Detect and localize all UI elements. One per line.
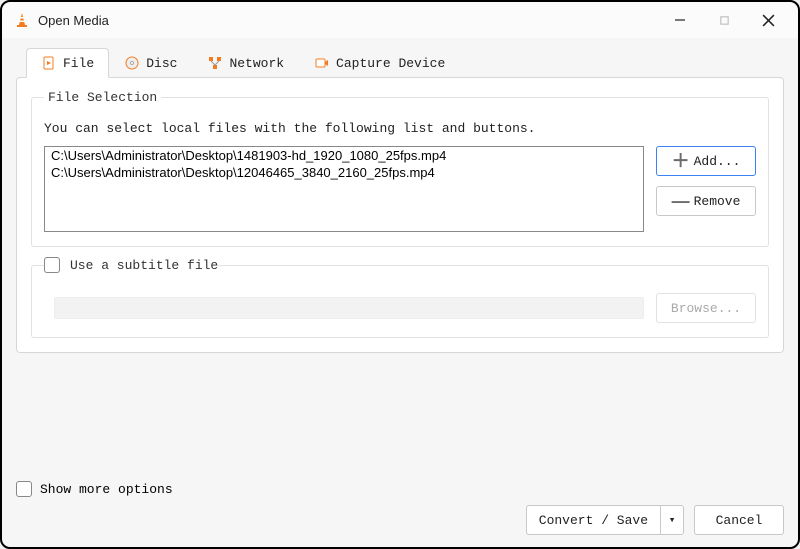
open-media-window: Open Media File Disc	[0, 0, 800, 549]
tab-disc[interactable]: Disc	[109, 48, 192, 77]
subtitle-checkbox[interactable]	[44, 257, 60, 273]
minimize-button[interactable]	[658, 5, 702, 35]
file-selection-legend: File Selection	[44, 90, 161, 105]
convert-save-splitbutton: Convert / Save ▾	[526, 505, 684, 535]
titlebar: Open Media	[2, 2, 798, 38]
tab-network-label: Network	[229, 56, 284, 71]
convert-save-label: Convert / Save	[539, 513, 648, 528]
remove-button[interactable]: — Remove	[656, 186, 756, 216]
browse-button-label: Browse...	[671, 301, 741, 316]
file-icon	[41, 55, 57, 71]
subtitle-group: Use a subtitle file Browse...	[31, 257, 769, 338]
add-button-label: Add...	[694, 154, 741, 169]
chevron-down-icon: ▾	[669, 513, 676, 527]
bottom-bar: Show more options Convert / Save ▾ Cance…	[2, 475, 798, 547]
maximize-button[interactable]	[702, 5, 746, 35]
file-list[interactable]: C:\Users\Administrator\Desktop\1481903-h…	[44, 146, 644, 232]
tab-panel-file: File Selection You can select local file…	[16, 77, 784, 353]
subtitle-path-input	[54, 297, 644, 319]
tab-capture[interactable]: Capture Device	[299, 48, 460, 77]
plus-icon: ＋	[672, 152, 690, 170]
tab-capture-label: Capture Device	[336, 56, 445, 71]
tabs: File Disc Network Capture Device	[26, 48, 784, 77]
cancel-button[interactable]: Cancel	[694, 505, 784, 535]
show-more-label: Show more options	[40, 482, 173, 497]
network-icon	[207, 55, 223, 71]
list-item[interactable]: C:\Users\Administrator\Desktop\1481903-h…	[45, 147, 643, 164]
subtitle-label: Use a subtitle file	[70, 258, 218, 273]
file-selection-help: You can select local files with the foll…	[44, 121, 756, 136]
file-selection-group: File Selection You can select local file…	[31, 90, 769, 247]
disc-icon	[124, 55, 140, 71]
cancel-label: Cancel	[716, 513, 763, 528]
remove-button-label: Remove	[694, 194, 741, 209]
content-area: File Disc Network Capture Device	[2, 38, 798, 475]
window-title: Open Media	[38, 13, 109, 28]
tab-file-label: File	[63, 56, 94, 71]
convert-save-button[interactable]: Convert / Save	[526, 505, 660, 535]
show-more-checkbox[interactable]	[16, 481, 32, 497]
capture-icon	[314, 55, 330, 71]
convert-save-dropdown[interactable]: ▾	[660, 505, 684, 535]
tab-disc-label: Disc	[146, 56, 177, 71]
close-button[interactable]	[746, 5, 790, 35]
minus-icon: —	[672, 192, 690, 210]
list-item[interactable]: C:\Users\Administrator\Desktop\12046465_…	[45, 164, 643, 181]
tab-file[interactable]: File	[26, 48, 109, 78]
browse-button: Browse...	[656, 293, 756, 323]
tab-network[interactable]: Network	[192, 48, 299, 77]
vlc-cone-icon	[14, 12, 30, 28]
add-button[interactable]: ＋ Add...	[656, 146, 756, 176]
